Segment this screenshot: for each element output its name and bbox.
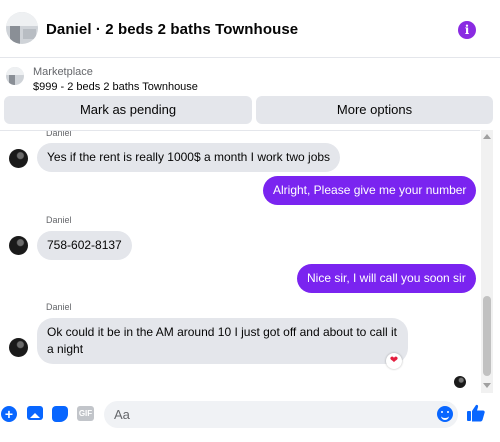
message-input-placeholder: Aa: [114, 407, 130, 422]
listing-thumbnail-small: [6, 67, 24, 85]
thumbs-up-icon[interactable]: [466, 403, 486, 423]
plus-icon[interactable]: +: [1, 406, 17, 422]
incoming-message: Ok could it be in the AM around 10 I jus…: [37, 318, 408, 364]
listing-thumbnail[interactable]: [6, 12, 38, 44]
avatar[interactable]: [9, 338, 28, 357]
emoji-icon[interactable]: [437, 406, 453, 422]
sender-name: Daniel: [46, 302, 72, 312]
scroll-down-icon[interactable]: [483, 383, 491, 388]
listing-source: Marketplace: [33, 66, 93, 78]
mark-as-pending-button[interactable]: Mark as pending: [4, 96, 252, 124]
avatar[interactable]: [9, 149, 28, 168]
chat-header: Daniel · 2 beds 2 baths Townhouse i: [0, 0, 500, 58]
heart-reaction-icon[interactable]: ❤: [386, 353, 402, 369]
avatar[interactable]: [9, 236, 28, 255]
image-icon[interactable]: [27, 406, 43, 420]
sender-name: Daniel: [46, 130, 72, 138]
message-thread: Daniel Yes if the rent is really 1000$ a…: [0, 130, 480, 393]
listing-summary[interactable]: Marketplace $999 - 2 beds 2 baths Townho…: [0, 58, 500, 96]
message-composer: + GIF Aa: [0, 396, 500, 436]
more-options-button[interactable]: More options: [256, 96, 493, 124]
incoming-message: 758-602-8137: [37, 231, 132, 260]
scroll-up-icon[interactable]: [483, 134, 491, 139]
chat-title[interactable]: Daniel · 2 beds 2 baths Townhouse: [46, 21, 298, 38]
info-icon[interactable]: i: [458, 21, 476, 39]
sender-name: Daniel: [46, 215, 72, 225]
incoming-message: Yes if the rent is really 1000$ a month …: [37, 143, 341, 172]
listing-title: $999 - 2 beds 2 baths Townhouse: [33, 81, 198, 93]
outgoing-message: Nice sir, I will call you soon sir: [297, 264, 476, 293]
message-input[interactable]: Aa: [104, 401, 458, 428]
outgoing-message: Alright, Please give me your number: [263, 176, 477, 205]
scrollbar-thumb[interactable]: [483, 296, 491, 376]
seen-avatar: [454, 376, 466, 388]
gif-icon[interactable]: GIF: [77, 406, 94, 421]
sticker-icon[interactable]: [52, 406, 68, 422]
